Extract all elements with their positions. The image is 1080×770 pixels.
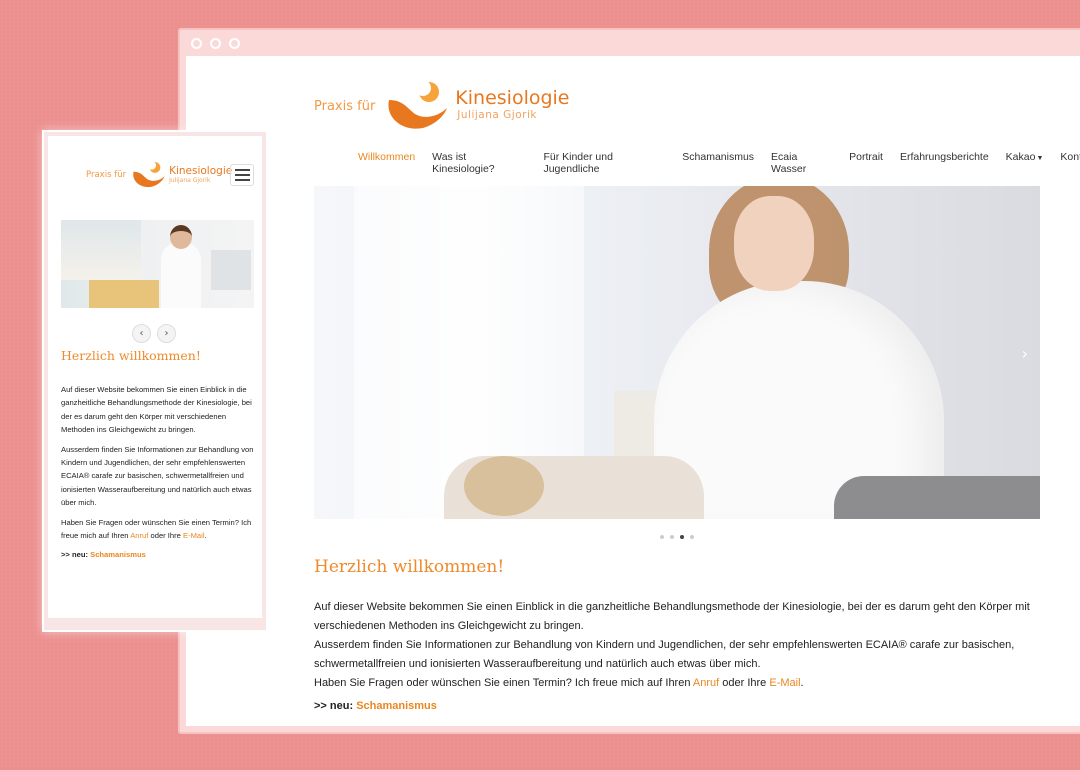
carousel-prev-icon[interactable]: ‹ (132, 324, 151, 343)
desktop-page: Praxis für Kinesiologie Julijana Gjorik … (186, 56, 1080, 726)
carousel-indicator-active[interactable] (680, 535, 684, 539)
news-prefix: >> neu: (314, 700, 357, 712)
desktop-browser-frame: Praxis für Kinesiologie Julijana Gjorik … (178, 28, 1080, 734)
logo-name: Kinesiologie (455, 87, 570, 109)
mobile-hero-image (61, 220, 254, 308)
contact-paragraph: Haben Sie Fragen oder wünschen Sie einen… (314, 674, 1034, 693)
contact-text-mid: oder Ihre (719, 677, 770, 689)
mobile-contact-paragraph: Haben Sie Fragen oder wünschen Sie einen… (61, 516, 256, 543)
welcome-heading: Herzlich willkommen! (314, 557, 505, 577)
hamburger-menu-icon[interactable] (230, 164, 254, 186)
nav-item-kakao[interactable]: Kakao▼ (1006, 151, 1044, 175)
contact-text-end: . (800, 677, 804, 689)
logo-text: Kinesiologie Julijana Gjorik (455, 87, 569, 121)
contact-text-start: Haben Sie Fragen oder wünschen Sie einen… (314, 677, 693, 689)
mobile-email-link[interactable]: E-Mail (183, 531, 205, 540)
nav-item-ecaia-wasser[interactable]: Ecaia Wasser (771, 151, 832, 175)
news-link[interactable]: Schamanismus (356, 700, 437, 712)
mobile-carousel-controls: ‹ › (132, 324, 176, 343)
nav-item-willkommen[interactable]: Willkommen (358, 151, 415, 175)
nav-item-kakao-label: Kakao (1005, 151, 1036, 163)
intro-paragraph: Auf dieser Website bekommen Sie einen Ei… (314, 601, 1030, 632)
nav-item-schamanismus[interactable]: Schamanismus (682, 151, 754, 175)
mobile-logo-swirl-icon (133, 161, 165, 188)
mobile-logo-name: Kinesiologie (169, 164, 233, 177)
mobile-logo-owner: Julijana Gjorik (169, 176, 211, 184)
hero-therapist-face (734, 196, 814, 291)
nav-item-erfahrungsberichte[interactable]: Erfahrungsberichte (900, 151, 989, 175)
mobile-news-prefix: >> neu: (61, 550, 91, 560)
window-dot-icon[interactable] (210, 38, 221, 49)
carousel-next-icon[interactable]: › (157, 324, 176, 343)
nav-item-portrait[interactable]: Portrait (849, 151, 883, 175)
welcome-text: Auf dieser Website bekommen Sie einen Ei… (314, 598, 1034, 724)
window-controls (191, 38, 240, 49)
mobile-contact-mid: oder Ihre (148, 531, 184, 541)
mobile-call-link[interactable]: Anruf (130, 531, 148, 540)
mobile-hero-therapist (161, 242, 201, 308)
mobile-contact-end: . (204, 531, 207, 541)
mobile-logo-prefix: Praxis für (86, 170, 127, 180)
call-link[interactable]: Anruf (693, 677, 719, 689)
info-paragraph: Ausserdem finden Sie Informationen zur B… (314, 639, 1015, 670)
nav-item-kontakt[interactable]: Kontakt (1060, 151, 1080, 175)
news-line: >> neu: Schamanismus (314, 697, 1034, 716)
window-dot-icon[interactable] (191, 38, 202, 49)
mobile-hero-therapist-head (170, 225, 192, 249)
hero-patient-hair (464, 456, 544, 516)
email-link[interactable]: E-Mail (769, 677, 800, 689)
mobile-welcome-heading: Herzlich willkommen! (61, 348, 201, 363)
mobile-intro-paragraph: Auf dieser Website bekommen Sie einen Ei… (61, 385, 252, 435)
nav-item-was-ist-kinesiologie[interactable]: Was ist Kinesiologie? (432, 151, 526, 175)
mobile-hero-equipment (211, 250, 251, 290)
mobile-info-paragraph: Ausserdem finden Sie Informationen zur B… (61, 444, 254, 508)
nav-item-kinder-jugendliche[interactable]: Für Kinder und Jugendliche (543, 151, 665, 175)
mobile-hero-table (89, 280, 159, 308)
carousel-next-icon[interactable]: › (1022, 344, 1028, 363)
carousel-indicators (660, 535, 694, 539)
mobile-news-link[interactable]: Schamanismus (90, 550, 146, 559)
mobile-hero-window (61, 220, 141, 280)
carousel-indicator[interactable] (690, 535, 694, 539)
logo-prefix: Praxis für (314, 98, 376, 114)
window-dot-icon[interactable] (229, 38, 240, 49)
hero-carousel-image: › (314, 186, 1040, 519)
mobile-page: Praxis für Kinesiologie Julijana Gjorik … (48, 136, 262, 618)
carousel-indicator[interactable] (670, 535, 674, 539)
mobile-welcome-text: Auf dieser Website bekommen Sie einen Ei… (61, 383, 256, 570)
logo-owner: Julijana Gjorik (457, 109, 537, 121)
carousel-indicator[interactable] (660, 535, 664, 539)
mobile-site-logo[interactable]: Praxis für Kinesiologie Julijana Gjorik (86, 160, 232, 190)
mobile-logo-text: Kinesiologie Julijana Gjorik (169, 165, 232, 184)
mobile-news-line: >> neu: Schamanismus (61, 548, 256, 561)
main-nav: Willkommen Was ist Kinesiologie? Für Kin… (358, 151, 1080, 175)
hero-pillow (834, 476, 1040, 519)
logo-swirl-icon (388, 80, 448, 129)
site-logo[interactable]: Praxis für Kinesiologie Julijana Gjorik (314, 78, 570, 134)
caret-down-icon: ▼ (1036, 155, 1044, 162)
mobile-frame: Praxis für Kinesiologie Julijana Gjorik … (42, 130, 268, 632)
